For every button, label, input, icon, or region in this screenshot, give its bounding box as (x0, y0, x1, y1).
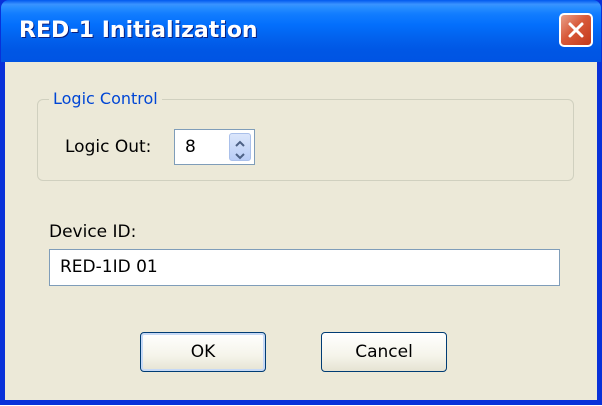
ok-button[interactable]: OK (140, 332, 266, 372)
logic-out-label: Logic Out: (65, 137, 152, 157)
close-button[interactable] (559, 13, 593, 47)
window-title: RED-1 Initialization (19, 18, 258, 43)
title-bar[interactable]: RED-1 Initialization (1, 0, 601, 62)
logic-out-value[interactable]: 8 (185, 136, 196, 158)
cancel-button[interactable]: Cancel (321, 332, 447, 372)
device-id-label: Device ID: (49, 222, 137, 242)
chevron-down-icon[interactable] (234, 147, 246, 160)
stepper-buttons (229, 133, 251, 161)
logic-control-legend: Logic Control (49, 88, 162, 110)
close-icon (568, 22, 584, 38)
chevron-up-icon[interactable] (234, 135, 246, 147)
device-id-field[interactable]: RED-1ID 01 (49, 249, 560, 286)
logic-out-stepper[interactable]: 8 (174, 129, 255, 165)
dialog-window: RED-1 Initialization Logic Control Logic… (0, 0, 602, 405)
dialog-body: Logic Control Logic Out: 8 Device ID: RE… (5, 62, 597, 400)
